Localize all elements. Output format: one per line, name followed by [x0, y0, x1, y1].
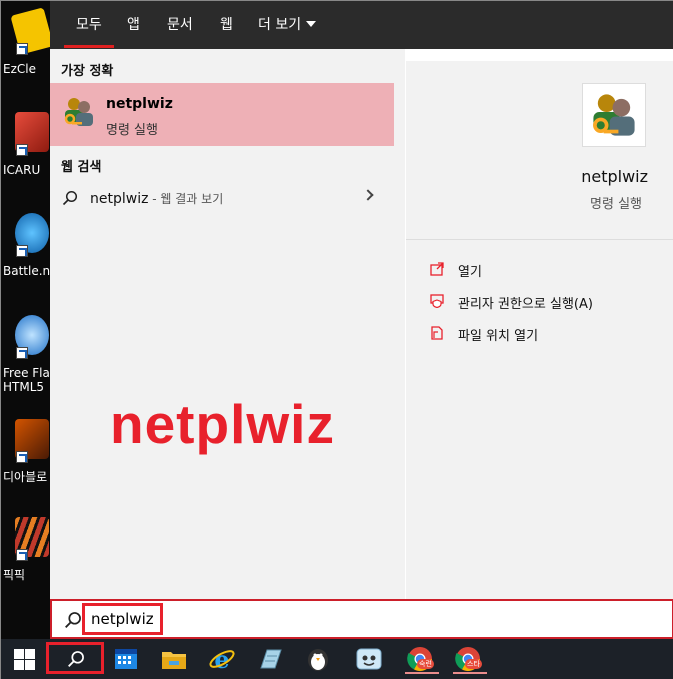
taskbar-internet-explorer[interactable]: e: [207, 644, 237, 674]
taskbar-penguin-app[interactable]: [303, 644, 333, 674]
calendar-icon: [115, 649, 137, 669]
action-open-file-location-label: 파일 위치 열기: [458, 329, 539, 344]
search-panel: 모두 앱 문서 웹 더 보기 가장 정확 netplwiz 명령 실행 웹 검색: [50, 1, 673, 639]
results-list: 가장 정확 netplwiz 명령 실행 웹 검색 netplwiz - 웹 결…: [50, 49, 405, 599]
search-icon: [65, 612, 81, 628]
svg-text:e: e: [214, 645, 229, 674]
windows-logo-icon: [14, 660, 24, 670]
best-match-heading: 가장 정확: [61, 64, 114, 79]
users-key-icon: [593, 94, 635, 136]
shortcut-arrow-icon: [16, 347, 28, 359]
file-location-icon: [431, 326, 443, 340]
search-icon: [62, 190, 78, 206]
windows-logo-icon: [14, 649, 24, 659]
detail-divider: [406, 239, 673, 240]
taskbar: e 숙련 스타: [1, 639, 673, 679]
action-run-as-admin-label: 관리자 권한으로 실행(A): [458, 297, 593, 312]
chevron-down-icon: [306, 21, 317, 27]
tab-all[interactable]: 모두: [76, 14, 102, 34]
tab-web[interactable]: 웹: [220, 14, 233, 34]
desktop-icon-flash[interactable]: Free Flas HTML5: [3, 307, 56, 397]
penguin-app-icon: [308, 649, 328, 671]
windows-logo-icon: [25, 660, 35, 670]
running-indicator: [405, 672, 439, 674]
start-button[interactable]: [14, 649, 36, 671]
shortcut-arrow-icon: [16, 43, 28, 55]
web-search-text: netplwiz - 웹 결과 보기: [90, 190, 223, 207]
taskbar-chrome-2[interactable]: 스타: [450, 644, 490, 674]
taskbar-file-explorer[interactable]: [159, 644, 189, 674]
detail-pane: netplwiz 명령 실행 열기 관리자 권한으로 실행(A) 파일 위치 열…: [406, 61, 673, 599]
web-search-suffix: - 웹 결과 보기: [148, 192, 224, 206]
search-input[interactable]: netplwiz: [82, 603, 163, 635]
web-search-heading: 웹 검색: [61, 160, 102, 175]
desktop-icon-battlenet[interactable]: Battle.n: [3, 205, 51, 291]
running-indicator: [453, 672, 487, 674]
admin-shield-icon: [430, 294, 444, 308]
taskbar-search-button[interactable]: [46, 642, 104, 674]
search-tabs-bar: 모두 앱 문서 웹 더 보기: [50, 1, 673, 49]
shortcut-arrow-icon: [16, 549, 28, 561]
action-open-label: 열기: [458, 265, 482, 280]
open-icon: [430, 262, 444, 276]
shortcut-arrow-icon: [16, 245, 28, 257]
best-match-subtitle: 명령 실행: [106, 123, 158, 138]
detail-name: netplwiz: [581, 167, 648, 186]
shortcut-arrow-icon: [16, 144, 28, 156]
app-icon-large: [582, 83, 646, 147]
tab-more[interactable]: 더 보기: [258, 14, 317, 34]
search-icon: [68, 651, 84, 667]
taskbar-chrome-1[interactable]: 숙련: [402, 644, 442, 674]
chevron-right-icon: [362, 189, 374, 201]
file-explorer-icon: [162, 652, 186, 669]
best-match-item[interactable]: netplwiz 명령 실행: [50, 83, 394, 146]
desktop-icon-ezclean[interactable]: EzCle: [3, 3, 54, 89]
active-tab-indicator: [64, 45, 114, 48]
desktop-icon-icarus[interactable]: ICARU: [3, 104, 51, 190]
best-match-name: netplwiz: [106, 96, 173, 112]
messenger-app-icon: [356, 648, 382, 670]
tab-more-label: 더 보기: [258, 17, 302, 33]
taskbar-calendar[interactable]: [111, 644, 141, 674]
chrome-profile-badge: 숙련: [417, 659, 434, 669]
tab-apps[interactable]: 앱: [127, 14, 140, 34]
desktop-icon-picpick[interactable]: 픽픽: [3, 509, 51, 595]
overlay-caption: netplwiz: [110, 393, 335, 455]
windows-logo-icon: [25, 649, 35, 659]
shortcut-arrow-icon: [16, 451, 28, 463]
tab-documents[interactable]: 문서: [167, 14, 193, 34]
web-search-query: netplwiz: [90, 191, 149, 207]
search-bar[interactable]: netplwiz: [50, 599, 673, 639]
detail-subtitle: 명령 실행: [590, 197, 642, 212]
desktop-icon-diablo[interactable]: 디아블로: [3, 411, 51, 497]
notepad-icon: [260, 649, 282, 669]
internet-explorer-icon: e: [209, 645, 235, 674]
chrome-profile-badge: 스타: [465, 659, 482, 669]
web-search-result[interactable]: netplwiz - 웹 결과 보기: [50, 183, 394, 213]
taskbar-notepad[interactable]: [255, 644, 285, 674]
users-key-icon: [64, 98, 93, 126]
taskbar-messenger-app[interactable]: [354, 644, 384, 674]
